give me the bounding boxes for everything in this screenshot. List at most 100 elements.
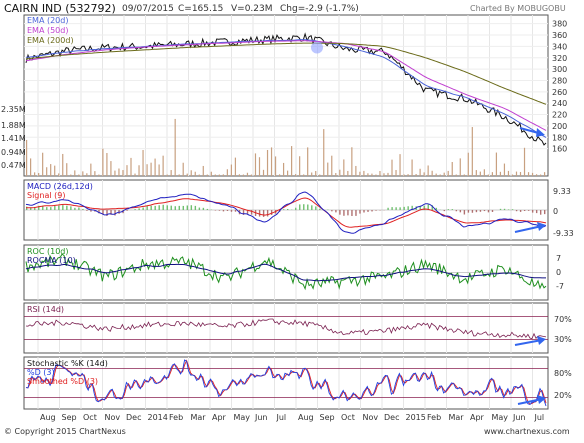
macd-histogram-bar [528,210,529,211]
price-tick-label: 380 [552,20,567,29]
x-tick-label: Nov [363,413,379,422]
macd-histogram-bar [303,204,304,210]
volume-bar [227,169,228,176]
macd-histogram-bar [227,210,228,211]
macd-histogram-bar [540,210,541,215]
roc-tick: 0 [556,268,561,277]
volume-bar [411,159,412,176]
volume-bar [70,175,71,176]
volume-bar [207,175,208,176]
volume-tick: 1.41M [1,134,26,143]
volume-bar [50,164,51,176]
legend-rocma: ROCMA (10) [27,256,76,265]
macd-histogram-bar [387,208,388,210]
volume-bar [235,158,236,176]
volume-bar [504,164,505,176]
volume-bar [126,165,127,176]
macd-histogram-bar [142,207,143,210]
volume-bar [175,119,176,176]
macd-histogram-bar [150,206,151,210]
legend-ema20: EMA (20d) [27,16,68,25]
volume-bar [122,170,123,176]
volume-bar [468,153,469,176]
macd-histogram-bar [367,210,368,212]
volume-bar [303,174,304,176]
macd-histogram-bar [134,209,135,210]
macd-histogram-bar [544,210,545,214]
x-tick-label: Sep [320,413,335,422]
volume-bar [223,174,224,176]
x-tick-label: Jul [276,413,287,422]
macd-histogram-bar [287,209,288,210]
volume-bar [263,170,264,176]
volume-bar [307,147,308,176]
macd-histogram-bar [219,210,220,211]
price-tick-label: 280 [552,76,567,85]
volume-bar [375,175,376,176]
volume-bar [367,173,368,176]
macd-histogram-bar [46,207,47,210]
volume-bar [74,170,75,176]
volume-tick: 2.35M [1,105,26,114]
volume-bar [331,156,332,176]
volume-bar [267,150,268,176]
macd-histogram-bar [267,210,268,216]
price-tick-label: 200 [552,122,567,131]
volume-bar [520,172,521,176]
price-tick-label: 340 [552,42,567,51]
macd-histogram-bar [319,209,320,210]
volume-tick: 0.47M [1,161,26,170]
macd-histogram-bar [187,205,188,210]
macd-histogram-bar [339,210,340,215]
macd-histogram-bar [315,206,316,210]
legend-macd: MACD (26d,12d) [27,182,93,191]
volume-bar [150,163,151,176]
x-tick-label: Dec [384,413,399,422]
volume-bar [66,163,67,176]
volume-bar [58,173,59,176]
macd-histogram-bar [512,209,513,210]
volume-bar [540,175,541,176]
macd-histogram-bar [480,210,481,212]
macd-histogram-bar [54,206,55,210]
volume-bar [110,161,111,176]
volume-bar [536,174,537,176]
volume-bar [78,175,79,176]
volume-bar [243,175,244,176]
macd-histogram-bar [448,209,449,210]
volume-bar [167,175,168,176]
macd-histogram-bar [516,210,517,211]
volume-bar [219,175,220,176]
macd-histogram-bar [351,210,352,216]
volume-bar [512,175,513,176]
macd-tick: 9.33 [553,187,571,196]
volume-bar [215,175,216,176]
volume-bar [283,163,284,176]
volume-bar [46,167,47,176]
volume-bar [86,173,87,176]
volume-bar [415,174,416,176]
volume-bar [146,164,147,176]
volume-bar [203,166,204,176]
macd-histogram-bar [363,210,364,212]
volume-bar [484,169,485,176]
volume-bar [432,171,433,176]
price-tick-label: 240 [552,99,567,108]
volume-bar [26,140,27,176]
macd-histogram-bar [484,210,485,211]
macd-histogram-bar [299,204,300,210]
volume-bar [371,174,372,176]
volume-bar [259,157,260,176]
macd-histogram-bar [399,207,400,210]
macd-histogram-bar [207,209,208,210]
volume-bar [94,171,95,176]
volume-bar [444,173,445,176]
macd-histogram-bar [524,210,525,211]
macd-histogram-bar [195,206,196,210]
volume-bar [452,162,453,176]
macd-histogram-bar [62,205,63,210]
macd-histogram-bar [460,210,461,212]
close-label: C=165.15 [178,4,223,14]
volume-bar [496,153,497,176]
volume-bar [448,171,449,176]
